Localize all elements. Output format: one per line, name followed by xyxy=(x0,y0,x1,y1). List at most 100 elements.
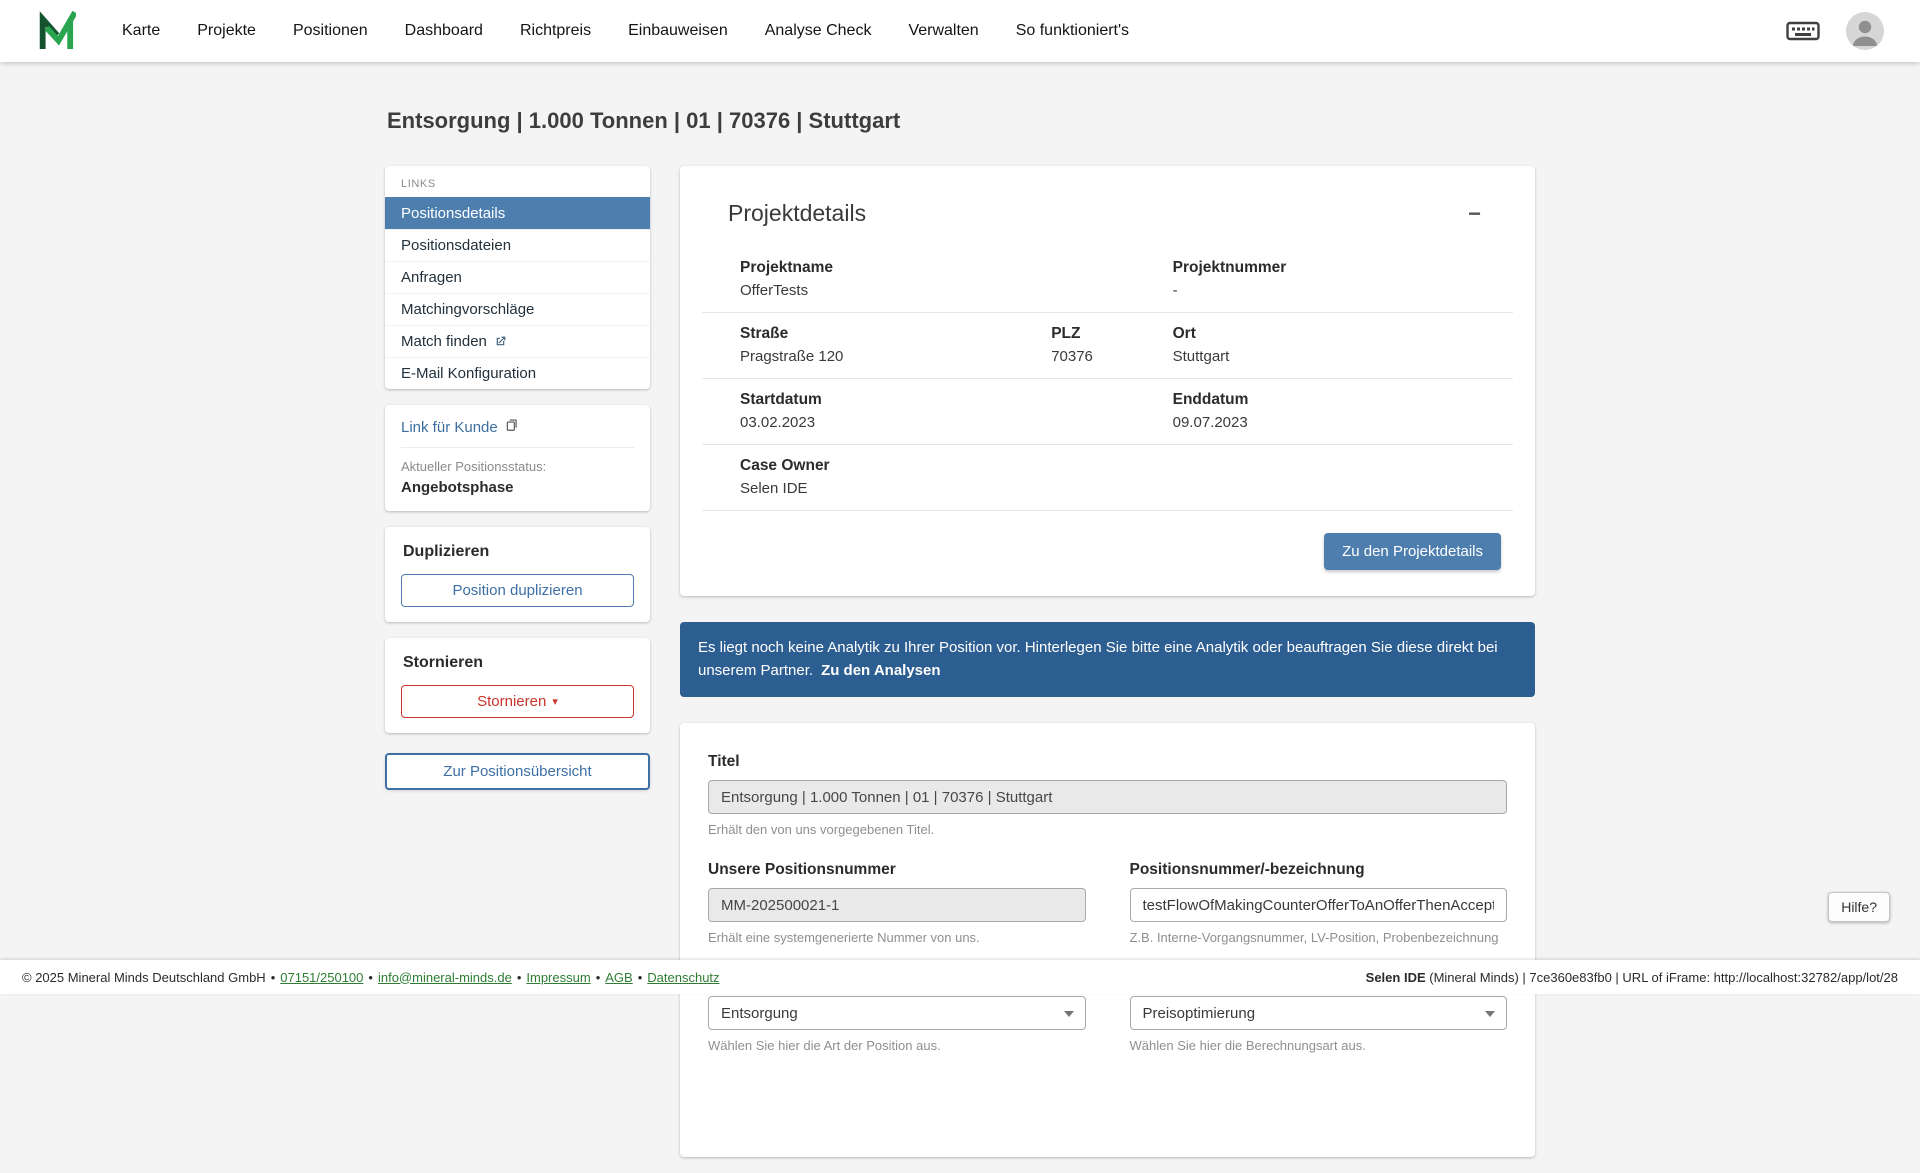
footer-datenschutz-link[interactable]: Datenschutz xyxy=(647,970,719,985)
select-caret-icon xyxy=(1485,1011,1495,1017)
go-to-project-details-button[interactable]: Zu den Projektdetails xyxy=(1324,533,1501,570)
strasse-value: Pragstraße 120 xyxy=(740,348,844,365)
custom-position-number-label: Positionsnummer/-bezeichnung xyxy=(1129,861,1365,878)
nav-item-so-funktionierts[interactable]: So funktioniert's xyxy=(1016,22,1129,40)
footer-phone-link[interactable]: 07151/250100 xyxy=(280,970,363,985)
nav-item-dashboard[interactable]: Dashboard xyxy=(405,22,483,40)
enddatum-value: 09.07.2023 xyxy=(1172,414,1248,431)
nav-item-analyse-check[interactable]: Analyse Check xyxy=(765,22,872,40)
case-owner-value: Selen IDE xyxy=(740,480,808,497)
titel-helper: Erhält den von uns vorgegebenen Titel. xyxy=(708,822,935,837)
sidebar-item-positionsdateien[interactable]: Positionsdateien xyxy=(385,229,650,261)
page-content: Entsorgung | 1.000 Tonnen | 01 | 70376 |… xyxy=(0,62,1920,1157)
position-status-value: Angebotsphase xyxy=(401,479,514,496)
custom-position-number-helper: Z.B. Interne-Vorgangsnummer, LV-Position… xyxy=(1129,930,1499,945)
main-column: Projektdetails − Projektname OfferTests … xyxy=(680,166,1535,1173)
startdatum-value: 03.02.2023 xyxy=(740,414,816,431)
position-form-card: Titel Erhält den von uns vorgegebenen Ti… xyxy=(680,723,1535,1157)
footer-separator: • xyxy=(637,969,643,985)
dropdown-caret-icon: ▾ xyxy=(552,696,558,708)
cancel-header: Stornieren xyxy=(403,654,484,671)
mineral-minds-logo[interactable] xyxy=(36,9,78,54)
nav-item-richtpreis[interactable]: Richtpreis xyxy=(520,22,591,40)
keyboard-icon[interactable] xyxy=(1786,20,1820,42)
project-row: Straße Pragstraße 120 PLZ 70376 Ort Stut… xyxy=(702,313,1513,379)
banner-text: Es liegt noch keine Analytik zu Ihrer Po… xyxy=(698,639,1498,679)
project-details-heading: Projektdetails xyxy=(728,200,867,226)
user-avatar[interactable] xyxy=(1846,12,1884,50)
customer-link[interactable]: Link für Kunde xyxy=(401,418,634,448)
sidebar-item-positionsdetails[interactable]: Positionsdetails xyxy=(385,197,650,229)
position-status-label: Aktueller Positionsstatus: xyxy=(401,459,547,474)
top-navbar: Karte Projekte Positionen Dashboard Rich… xyxy=(0,0,1920,62)
links-header: LINKS xyxy=(401,178,436,190)
projektnummer-label: Projektnummer xyxy=(1172,259,1287,276)
sidebar: LINKS Positionsdetails Positionsdateien … xyxy=(385,166,650,790)
cancel-position-button[interactable]: Stornieren ▾ xyxy=(401,685,634,718)
position-overview-button[interactable]: Zur Positionsübersicht xyxy=(385,753,650,790)
berechnungsart-select[interactable]: Preisoptimierung xyxy=(1129,996,1507,1030)
sidebar-item-email-konfiguration[interactable]: E-Mail Konfiguration xyxy=(385,357,650,389)
select-caret-icon xyxy=(1063,1011,1074,1017)
projektname-label: Projektname xyxy=(740,259,834,276)
our-position-number-input xyxy=(708,888,1086,922)
footer-agb-link[interactable]: AGB xyxy=(605,970,632,985)
strasse-label: Straße xyxy=(740,325,789,342)
sidebar-item-match-finden[interactable]: Match finden xyxy=(385,325,650,357)
nav-item-verwalten[interactable]: Verwalten xyxy=(908,22,978,40)
enddatum-label: Enddatum xyxy=(1172,391,1249,408)
footer-impressum-link[interactable]: Impressum xyxy=(526,970,590,985)
sidebar-item-label: Match finden xyxy=(401,333,487,350)
projektname-value: OfferTests xyxy=(740,282,809,299)
ort-value: Stuttgart xyxy=(1172,348,1230,365)
plz-value: 70376 xyxy=(1051,348,1093,365)
sidebar-item-label: Anfragen xyxy=(401,269,462,286)
our-position-number-field: Unsere Positionsnummer Erhält eine syste… xyxy=(708,861,1086,945)
plz-label: PLZ xyxy=(1051,325,1081,342)
nav-item-einbauweisen[interactable]: Einbauweisen xyxy=(628,22,728,40)
nav-item-karte[interactable]: Karte xyxy=(122,22,160,40)
titel-input xyxy=(708,780,1507,814)
berechnungsart-helper: Wählen Sie hier die Berechnungsart aus. xyxy=(1129,1038,1366,1053)
cancel-card: Stornieren Stornieren ▾ xyxy=(385,638,650,733)
go-to-analyses-link[interactable]: Zu den Analysen xyxy=(821,662,940,679)
cancel-button-label: Stornieren xyxy=(477,693,547,710)
nav-item-positionen[interactable]: Positionen xyxy=(293,22,368,40)
custom-position-number-field: Positionsnummer/-bezeichnung Z.B. Intern… xyxy=(1129,861,1507,945)
custom-position-number-input[interactable] xyxy=(1129,888,1507,922)
our-position-number-helper: Erhält eine systemgenerierte Nummer von … xyxy=(708,930,980,945)
navbar-right xyxy=(1786,12,1884,50)
project-row: Projektname OfferTests Projektnummer - xyxy=(702,247,1513,313)
berechnungsart-select-value: Preisoptimierung xyxy=(1142,1004,1256,1022)
collapse-icon[interactable]: − xyxy=(1462,202,1487,226)
external-link-icon xyxy=(494,335,507,348)
project-row: Case Owner Selen IDE xyxy=(702,445,1513,511)
footer-copyright: © 2025 Mineral Minds Deutschland GmbH xyxy=(22,969,266,985)
help-button[interactable]: Hilfe? xyxy=(1828,892,1890,922)
ort-label: Ort xyxy=(1172,325,1196,342)
nav-item-projekte[interactable]: Projekte xyxy=(197,22,256,40)
projektnummer-value: - xyxy=(1172,282,1178,299)
sidebar-item-anfragen[interactable]: Anfragen xyxy=(385,261,650,293)
typ-select[interactable]: Entsorgung xyxy=(708,996,1086,1030)
project-row: Startdatum 03.02.2023 Enddatum 09.07.202… xyxy=(702,379,1513,445)
project-details-card: Projektdetails − Projektname OfferTests … xyxy=(680,166,1535,596)
footer-separator: • xyxy=(595,969,601,985)
startdatum-label: Startdatum xyxy=(740,391,822,408)
typ-helper: Wählen Sie hier die Art der Position aus… xyxy=(708,1038,941,1053)
logo-icon xyxy=(36,9,78,54)
duplicate-position-button[interactable]: Position duplizieren xyxy=(401,574,634,607)
footer-separator: • xyxy=(368,969,373,985)
page-title: Entsorgung | 1.000 Tonnen | 01 | 70376 |… xyxy=(387,108,901,133)
main-navigation: Karte Projekte Positionen Dashboard Rich… xyxy=(122,22,1129,40)
copy-icon[interactable] xyxy=(505,418,519,436)
titel-field: Titel Erhält den von uns vorgegebenen Ti… xyxy=(708,753,1507,837)
duplicate-header: Duplizieren xyxy=(403,543,490,560)
sidebar-item-label: E-Mail Konfiguration xyxy=(401,365,537,382)
sidebar-item-label: Positionsdateien xyxy=(401,237,512,254)
footer-session-details: (Mineral Minds) | 7ce360e83fb0 | URL of … xyxy=(1425,969,1898,985)
sidebar-item-matchingvorschlaege[interactable]: Matchingvorschläge xyxy=(385,293,650,325)
footer-user-name: Selen IDE xyxy=(1365,969,1426,985)
case-owner-label: Case Owner xyxy=(740,457,830,474)
footer-email-link[interactable]: info@mineral-minds.de xyxy=(378,970,512,985)
